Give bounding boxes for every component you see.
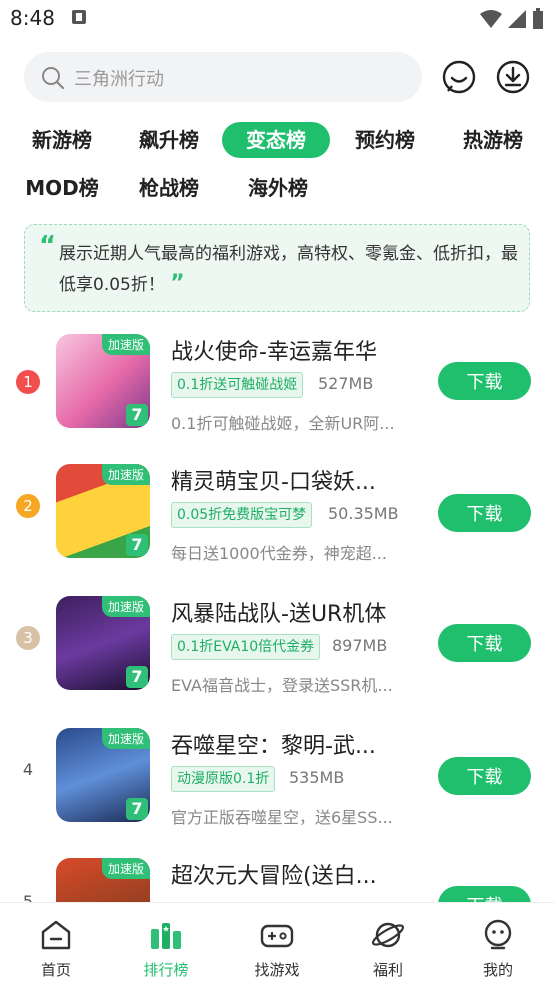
planet-icon <box>371 922 405 948</box>
rank-number: 4 <box>22 760 34 779</box>
game-desc: 0.1折可触碰战姬，全新UR阿... <box>171 414 395 433</box>
nav-me[interactable]: 我的 <box>458 917 538 980</box>
speed-badge: 加速版 <box>101 464 150 485</box>
game-tag: 0.1折送可触碰战姬 <box>171 372 304 398</box>
nav-welfare[interactable]: 福利 <box>348 917 428 980</box>
nav-find-games-label: 找游戏 <box>254 961 300 979</box>
game-title: 吞噬星空：黎明-武... <box>171 734 376 759</box>
signal-icon <box>508 10 526 28</box>
nav-welfare-label: 福利 <box>372 961 403 979</box>
game-size: 897MB <box>332 636 388 655</box>
tab-mod[interactable]: MOD榜 <box>24 170 100 206</box>
game-desc: EVA福音战士，登录送SSR机... <box>171 676 393 695</box>
nav-me-label: 我的 <box>482 961 513 979</box>
game-tag: 0.1折EVA10倍代金券 <box>171 634 321 660</box>
battery-icon <box>533 8 543 29</box>
rank-badge: 3 <box>16 626 40 650</box>
speed-badge: 加速版 <box>101 334 150 355</box>
game-icon: 加速版 7 <box>56 464 150 558</box>
bottom-nav: 首页 排行榜 找游戏 福利 我的 <box>0 902 554 987</box>
system-bar <box>0 981 554 987</box>
nav-home[interactable]: 首页 <box>16 917 96 980</box>
download-button[interactable]: 下载 <box>438 624 531 662</box>
search-bar[interactable]: 三角洲行动 <box>24 52 422 102</box>
list-item[interactable]: 3 加速版 7 风暴陆战队-送UR机体 0.1折EVA10倍代金券 897MB … <box>0 596 554 716</box>
tab-rising[interactable]: 飙升榜 <box>131 122 207 158</box>
ranking-icon <box>151 923 181 949</box>
game-size: 535MB <box>289 768 345 787</box>
platform-icon: 7 <box>126 798 148 820</box>
download-button[interactable]: 下载 <box>438 886 531 902</box>
tab-new[interactable]: 新游榜 <box>24 122 100 158</box>
tab-reservation[interactable]: 预约榜 <box>347 122 423 158</box>
platform-icon: 7 <box>126 404 148 426</box>
list-item[interactable]: 4 加速版 7 吞噬星空：黎明-武... 动漫原版0.1折 535MB 官方正版… <box>0 728 554 848</box>
home-icon <box>41 920 71 950</box>
speed-badge: 加速版 <box>101 728 150 749</box>
list-item[interactable]: 5 加速版 超次元大冒险(送白... 下载 <box>0 858 554 902</box>
platform-icon: 7 <box>126 666 148 688</box>
game-title: 精灵萌宝贝-口袋妖... <box>171 470 376 495</box>
game-tag: 动漫原版0.1折 <box>171 766 276 792</box>
tab-shooter[interactable]: 枪战榜 <box>131 170 207 206</box>
nav-home-label: 首页 <box>40 961 71 979</box>
search-icon <box>42 67 65 90</box>
download-button[interactable]: 下载 <box>438 494 531 532</box>
message-icon[interactable] <box>440 58 478 96</box>
nav-ranking[interactable]: 排行榜 <box>126 917 206 980</box>
nav-ranking-label: 排行榜 <box>143 961 189 979</box>
download-manager-icon[interactable] <box>494 58 532 96</box>
info-banner: “ 展示近期人气最高的福利游戏，高特权、零氪金、低折扣，最低享0.05折！ ” <box>24 224 530 312</box>
notification-icon <box>72 10 86 24</box>
status-bar: 8:48 <box>0 0 554 36</box>
game-icon: 加速版 <box>56 858 150 902</box>
platform-icon: 7 <box>126 534 148 556</box>
tab-overseas[interactable]: 海外榜 <box>240 170 316 206</box>
game-size: 527MB <box>318 374 374 393</box>
game-title: 战火使命-幸运嘉年华 <box>171 340 377 365</box>
game-icon: 加速版 7 <box>56 728 150 822</box>
game-title: 风暴陆战队-送UR机体 <box>171 602 387 627</box>
status-time: 8:48 <box>10 6 55 30</box>
game-desc: 每日送1000代金券，神宠超... <box>171 544 387 563</box>
search-placeholder: 三角洲行动 <box>74 69 164 90</box>
gamepad-icon <box>260 924 294 948</box>
tab-hot[interactable]: 热游榜 <box>455 122 531 158</box>
rank-badge: 2 <box>16 494 40 518</box>
game-desc: 官方正版吞噬星空，送6星SS... <box>171 808 393 827</box>
game-size: 50.35MB <box>328 504 399 523</box>
nav-find-games[interactable]: 找游戏 <box>237 917 317 980</box>
speed-badge: 加速版 <box>101 596 150 617</box>
game-icon: 加速版 7 <box>56 596 150 690</box>
rank-badge: 1 <box>16 370 40 394</box>
download-button[interactable]: 下载 <box>438 362 531 400</box>
list-item[interactable]: 2 加速版 7 精灵萌宝贝-口袋妖... 0.05折免费版宝可梦 50.35MB… <box>0 464 554 584</box>
speed-badge: 加速版 <box>101 858 150 879</box>
banner-text: 展示近期人气最高的福利游戏，高特权、零氪金、低折扣，最低享0.05折！ <box>59 244 518 295</box>
profile-icon <box>484 919 512 950</box>
game-tag: 0.05折免费版宝可梦 <box>171 502 313 528</box>
game-icon: 加速版 7 <box>56 334 150 428</box>
wifi-icon <box>480 10 502 28</box>
download-button[interactable]: 下载 <box>438 757 531 795</box>
game-title: 超次元大冒险(送白... <box>171 864 377 889</box>
tab-bt-active[interactable]: 变态榜 <box>222 122 330 158</box>
list-item[interactable]: 1 加速版 7 战火使命-幸运嘉年华 0.1折送可触碰战姬 527MB 0.1折… <box>0 334 554 454</box>
open-quote-icon: “ <box>39 231 57 261</box>
rank-number: 5 <box>22 892 34 902</box>
status-icons <box>480 8 544 30</box>
close-quote-icon: ” <box>170 271 185 296</box>
